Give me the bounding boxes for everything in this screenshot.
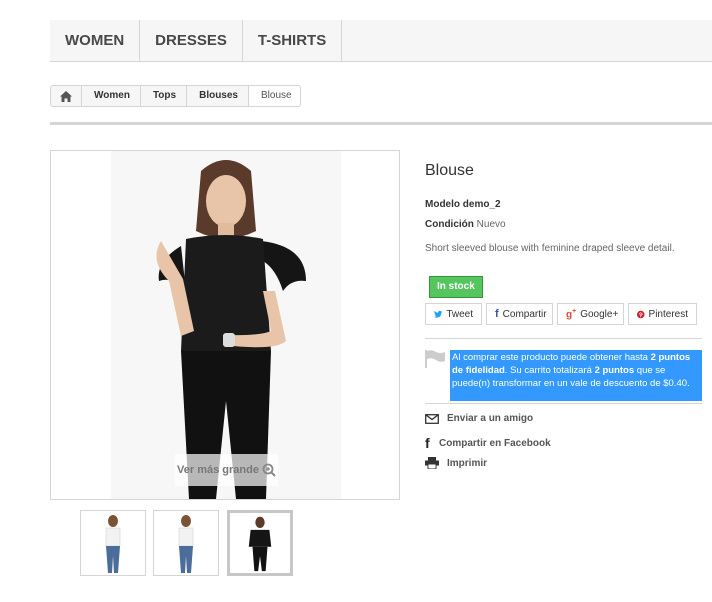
tweet-label: Tweet <box>446 308 473 320</box>
product-condition: Condición Nuevo <box>425 219 506 230</box>
print-link[interactable]: Imprimir <box>425 457 487 469</box>
loyalty-text-1: Al comprar este producto puede obtener h… <box>452 352 651 363</box>
thumbnail-2[interactable] <box>153 510 219 576</box>
zoom-label: Ver más grande <box>177 464 259 476</box>
thumbnail-1[interactable] <box>80 510 146 576</box>
top-menu: WOMEN DRESSES T-SHIRTS <box>50 20 712 62</box>
model-label: Modelo <box>425 199 460 210</box>
model-value: demo_2 <box>462 199 501 210</box>
pinterest-label: Pinterest <box>648 308 688 320</box>
breadcrumb-blouses[interactable]: Blouses <box>187 86 249 106</box>
product-image[interactable]: Ver más grande <box>50 150 400 500</box>
facebook-share-label: Compartir <box>502 308 547 320</box>
info-divider-2 <box>425 403 702 404</box>
thumbnail-3[interactable] <box>227 510 293 576</box>
share-facebook-label: Compartir en Facebook <box>439 437 551 449</box>
tweet-button[interactable]: Tweet <box>425 303 482 325</box>
loyalty-text: Al comprar este producto puede obtener h… <box>450 350 702 401</box>
flag-icon <box>425 350 445 368</box>
printer-icon <box>425 457 439 469</box>
breadcrumb-home[interactable] <box>51 86 82 106</box>
loyalty-text-2: . Su carrito totalizará <box>504 365 595 376</box>
send-to-friend-link[interactable]: Enviar a un amigo <box>425 413 533 424</box>
pinterest-button[interactable]: Pinterest <box>628 303 697 325</box>
breadcrumb-tops[interactable]: Tops <box>141 86 188 106</box>
share-facebook-link[interactable]: f Compartir en Facebook <box>425 435 551 451</box>
condition-label: Condición <box>425 219 474 230</box>
loyalty-points-cart: 2 puntos <box>594 365 635 376</box>
zoom-button[interactable]: Ver más grande <box>175 454 278 486</box>
breadcrumb-current: Blouse <box>249 86 300 106</box>
product-model: Modelo demo_2 <box>425 199 501 210</box>
thumbnail-photo-3 <box>248 516 272 572</box>
share-buttons: Tweet f Compartir g+ Google+ Pinterest <box>425 303 697 325</box>
breadcrumb-women[interactable]: Women <box>82 86 141 106</box>
pinterest-icon <box>637 310 645 318</box>
section-divider <box>50 122 712 125</box>
model-photo <box>111 151 341 499</box>
menu-item-dresses[interactable]: DRESSES <box>140 20 243 61</box>
twitter-icon <box>434 310 443 318</box>
product-description: Short sleeved blouse with feminine drape… <box>425 243 675 254</box>
facebook-share-button[interactable]: f Compartir <box>486 303 553 325</box>
home-icon <box>60 90 72 102</box>
google-plus-label: Google+ <box>580 308 619 320</box>
info-divider-1 <box>425 338 702 339</box>
menu-item-tshirts[interactable]: T-SHIRTS <box>243 20 343 61</box>
condition-value: Nuevo <box>476 219 506 230</box>
print-label: Imprimir <box>447 457 488 469</box>
product-title: Blouse <box>425 162 474 179</box>
menu-item-women[interactable]: WOMEN <box>50 20 141 61</box>
breadcrumb: Women Tops Blouses Blouse <box>50 85 301 107</box>
google-plus-icon: g+ <box>566 307 577 321</box>
thumbnail-photo-2 <box>178 515 194 573</box>
google-plus-button[interactable]: g+ Google+ <box>557 303 624 325</box>
envelope-icon <box>425 413 439 424</box>
send-to-friend-label: Enviar a un amigo <box>447 413 534 424</box>
facebook-f-icon: f <box>425 435 430 451</box>
magnifier-plus-icon <box>262 463 276 477</box>
facebook-icon: f <box>495 308 499 320</box>
stock-badge: In stock <box>429 276 483 298</box>
thumbnail-photo-1 <box>105 515 121 573</box>
